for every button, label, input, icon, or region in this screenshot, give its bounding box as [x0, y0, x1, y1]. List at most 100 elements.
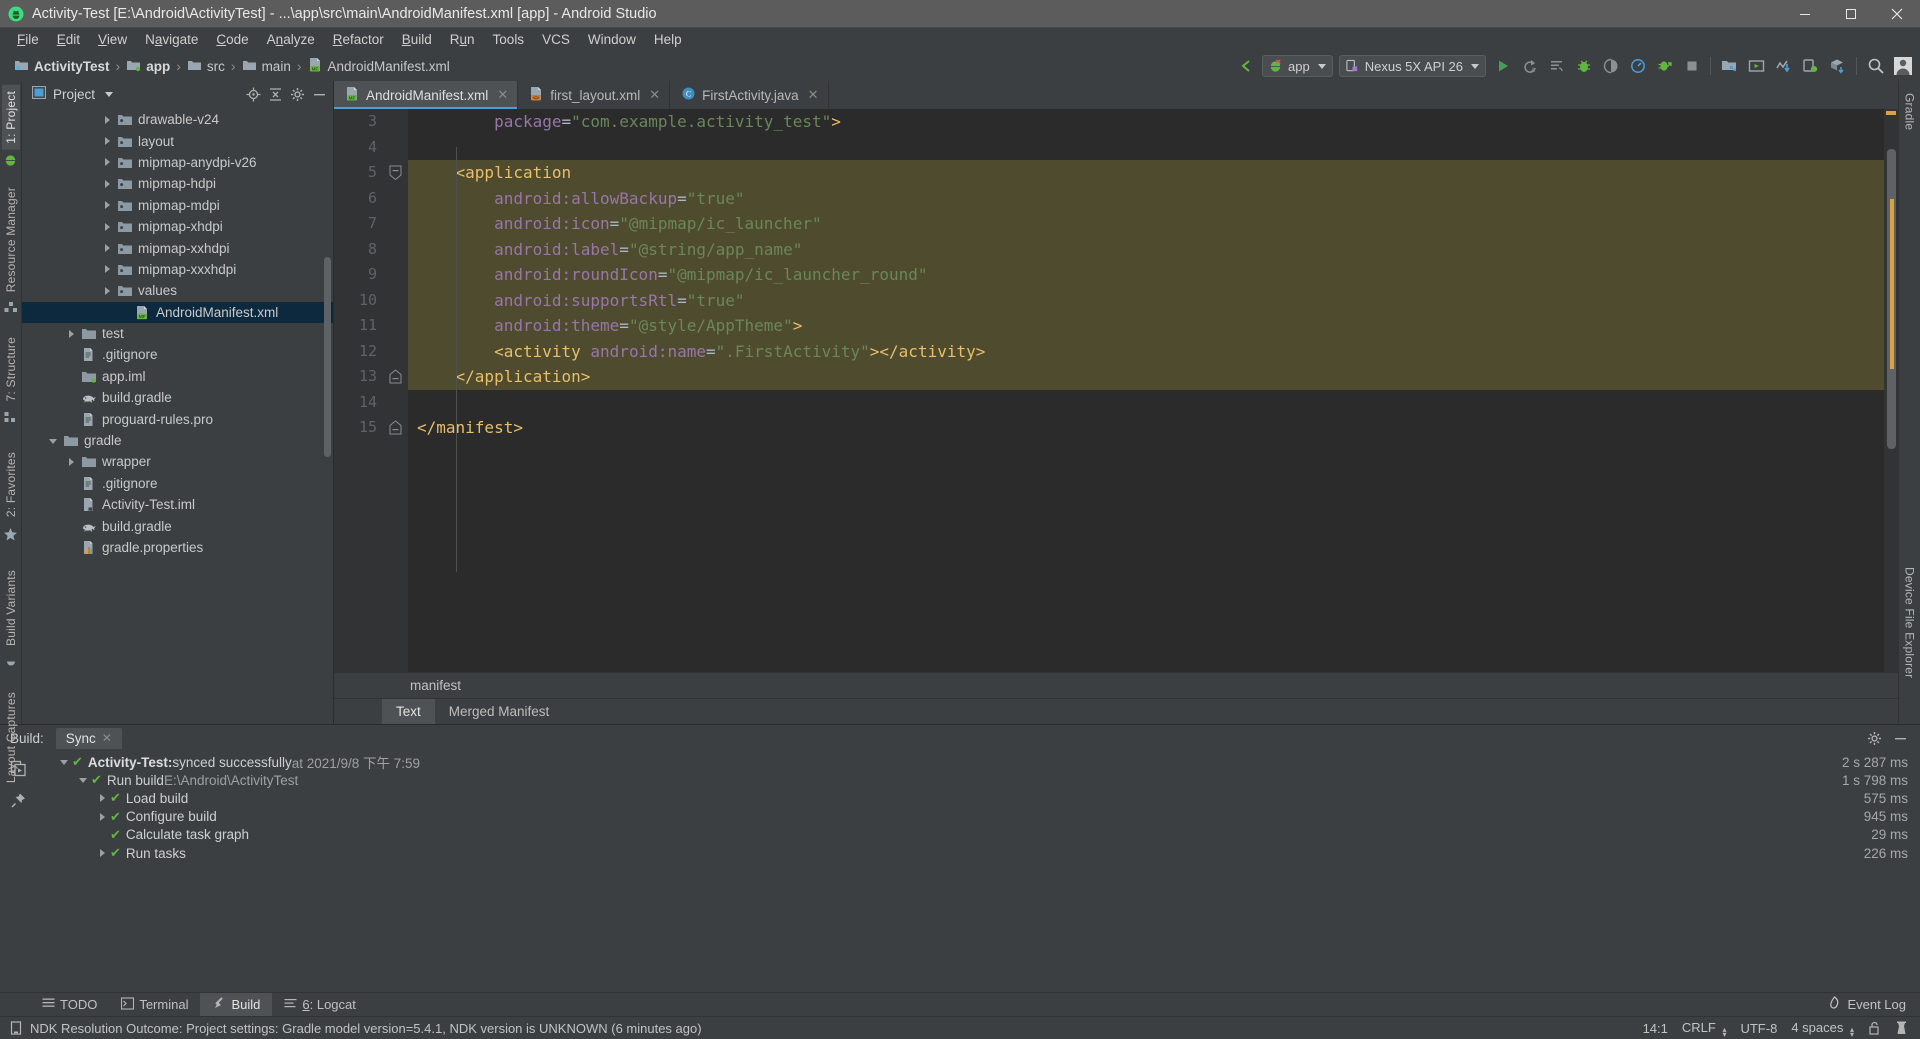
- menu-item-navigate[interactable]: Navigate: [136, 30, 207, 49]
- sidebar-tab-layout-captures[interactable]: Layout Captures: [2, 686, 20, 789]
- menu-item-window[interactable]: Window: [579, 30, 645, 49]
- code-line[interactable]: android:icon="@mipmap/ic_launcher": [408, 211, 1884, 237]
- run-icon[interactable]: [1489, 54, 1516, 78]
- apply-changes-icon[interactable]: [1543, 54, 1570, 78]
- menu-item-build[interactable]: Build: [393, 30, 441, 49]
- editor-tab-firstactivity[interactable]: C FirstActivity.java ✕: [670, 81, 829, 109]
- tree-item-selected[interactable]: MF AndroidManifest.xml: [22, 301, 333, 323]
- project-tree-scrollbar[interactable]: [324, 257, 331, 457]
- menu-item-analyze[interactable]: Analyze: [258, 30, 324, 49]
- avd-manager-icon[interactable]: [1743, 54, 1770, 78]
- unlocked-icon[interactable]: [1868, 1021, 1881, 1035]
- sidebar-tab-build-variants[interactable]: Build Variants: [2, 564, 20, 652]
- menu-item-code[interactable]: Code: [207, 30, 257, 49]
- close-icon[interactable]: ✕: [649, 87, 660, 103]
- build-tab-sync[interactable]: Sync ✕: [55, 727, 122, 749]
- sidebar-tab-structure[interactable]: 7: Structure: [2, 331, 20, 407]
- menu-item-run[interactable]: Run: [441, 30, 484, 49]
- tab-merged-manifest[interactable]: Merged Manifest: [435, 699, 564, 724]
- tree-item[interactable]: mipmap-xhdpi: [22, 216, 333, 237]
- code-line[interactable]: android:theme="@style/AppTheme">: [408, 313, 1884, 339]
- sidebar-tab-favorites[interactable]: 2: Favorites: [2, 446, 20, 523]
- collapse-all-icon[interactable]: [265, 84, 285, 104]
- back-arrow-icon[interactable]: [1232, 54, 1259, 78]
- menu-item-refactor[interactable]: Refactor: [324, 30, 393, 49]
- build-output-tree[interactable]: ✔ Activity-Test: synced successfully at 2…: [36, 751, 1920, 992]
- code-line[interactable]: android:supportsRtl="true": [408, 287, 1884, 313]
- stop-icon[interactable]: [1678, 54, 1705, 78]
- module-selector[interactable]: app: [1262, 55, 1333, 77]
- locate-icon[interactable]: [243, 84, 263, 104]
- event-log-button[interactable]: Event Log: [1828, 993, 1920, 1016]
- code-line[interactable]: package="com.example.activity_test">: [408, 109, 1884, 135]
- tree-item[interactable]: build.gradle: [22, 515, 333, 536]
- tree-item[interactable]: values: [22, 280, 333, 301]
- caret-position[interactable]: 14:1: [1643, 1021, 1668, 1036]
- project-panel-title[interactable]: Project: [31, 85, 114, 102]
- sync-gradle-icon[interactable]: [1770, 54, 1797, 78]
- code-line[interactable]: </application>: [408, 364, 1884, 390]
- close-icon[interactable]: ✕: [497, 87, 508, 103]
- tree-item[interactable]: .gitignore: [22, 473, 333, 494]
- tree-item[interactable]: test: [22, 323, 333, 344]
- tree-item[interactable]: mipmap-mdpi: [22, 195, 333, 216]
- star-icon[interactable]: [2, 527, 20, 542]
- tab-text[interactable]: Text: [382, 699, 435, 724]
- tree-item[interactable]: mipmap-xxhdpi: [22, 237, 333, 258]
- menu-item-vcs[interactable]: VCS: [533, 30, 579, 49]
- tree-item[interactable]: build.gradle: [22, 387, 333, 408]
- tree-item[interactable]: drawable-v24: [22, 109, 333, 130]
- profiler-icon[interactable]: [1624, 54, 1651, 78]
- search-icon[interactable]: [1862, 54, 1889, 78]
- breadcrumb-item-activitytest[interactable]: ActivityTest: [10, 58, 114, 75]
- bottom-tab-todo[interactable]: TODO: [30, 993, 109, 1016]
- chevron-right-icon[interactable]: [102, 221, 114, 233]
- code-line[interactable]: [408, 390, 1884, 416]
- rerun-icon[interactable]: A: [1516, 54, 1543, 78]
- tree-item[interactable]: layout: [22, 130, 333, 151]
- hide-panel-icon[interactable]: [1890, 728, 1910, 748]
- bottom-tab-terminal[interactable]: Terminal: [109, 993, 200, 1016]
- fold-marker[interactable]: [386, 364, 408, 390]
- build-output-row[interactable]: ✔ Load build 575 ms: [36, 789, 1920, 807]
- menu-item-file[interactable]: File: [8, 30, 48, 49]
- menu-item-view[interactable]: View: [89, 30, 136, 49]
- error-stripe-gutter[interactable]: [1884, 109, 1898, 672]
- fold-marker[interactable]: [386, 415, 408, 441]
- project-tree[interactable]: drawable-v24 layout mipmap-anydpi-v26 mipma…: [22, 107, 333, 724]
- code-line[interactable]: <application: [408, 160, 1884, 186]
- instant-run-icon[interactable]: [1651, 54, 1678, 78]
- code-line[interactable]: [408, 135, 1884, 161]
- close-icon[interactable]: ✕: [102, 731, 112, 745]
- sidebar-tab-device-file-explorer[interactable]: Device File Explorer: [1901, 561, 1919, 684]
- settings-icon[interactable]: [287, 84, 307, 104]
- sidebar-tab-gradle[interactable]: Gradle: [1901, 87, 1919, 136]
- avatar-icon[interactable]: [1889, 54, 1916, 78]
- build-output-row[interactable]: ✔ Run build E:\Android\ActivityTest 1 s 79…: [36, 771, 1920, 789]
- fold-marker[interactable]: [386, 160, 408, 186]
- breadcrumb-item-androidmanifest[interactable]: MF AndroidManifest.xml: [304, 57, 454, 75]
- code-line[interactable]: android:label="@string/app_name": [408, 236, 1884, 262]
- tree-item[interactable]: gradle: [22, 430, 333, 451]
- resource-manager-icon[interactable]: [2, 301, 20, 315]
- chevron-right-icon[interactable]: [102, 135, 114, 147]
- tree-item[interactable]: app.iml: [22, 366, 333, 387]
- debug-attach-icon[interactable]: [1597, 54, 1624, 78]
- code-line[interactable]: android:allowBackup="true": [408, 185, 1884, 211]
- chevron-right-icon[interactable]: [102, 285, 114, 297]
- code-line[interactable]: <activity android:name=".FirstActivity">…: [408, 338, 1884, 364]
- hide-panel-icon[interactable]: [309, 84, 329, 104]
- structure-icon[interactable]: [2, 410, 20, 424]
- tree-item[interactable]: proguard-rules.pro: [22, 408, 333, 429]
- pin-icon[interactable]: [7, 789, 29, 811]
- device-selector[interactable]: Nexus 5X API 26: [1338, 55, 1486, 77]
- editor-tab-first-layout[interactable]: <> first_layout.xml ✕: [518, 81, 671, 109]
- chevron-right-icon[interactable]: [102, 263, 114, 275]
- layout-inspector-icon[interactable]: [1824, 54, 1851, 78]
- chevron-right-icon[interactable]: [102, 199, 114, 211]
- menu-item-tools[interactable]: Tools: [484, 30, 534, 49]
- editor-breadcrumb[interactable]: manifest: [334, 672, 1898, 698]
- maximize-button[interactable]: [1828, 0, 1874, 28]
- chevron-right-icon[interactable]: [66, 456, 78, 468]
- device-monitor-icon[interactable]: [1797, 54, 1824, 78]
